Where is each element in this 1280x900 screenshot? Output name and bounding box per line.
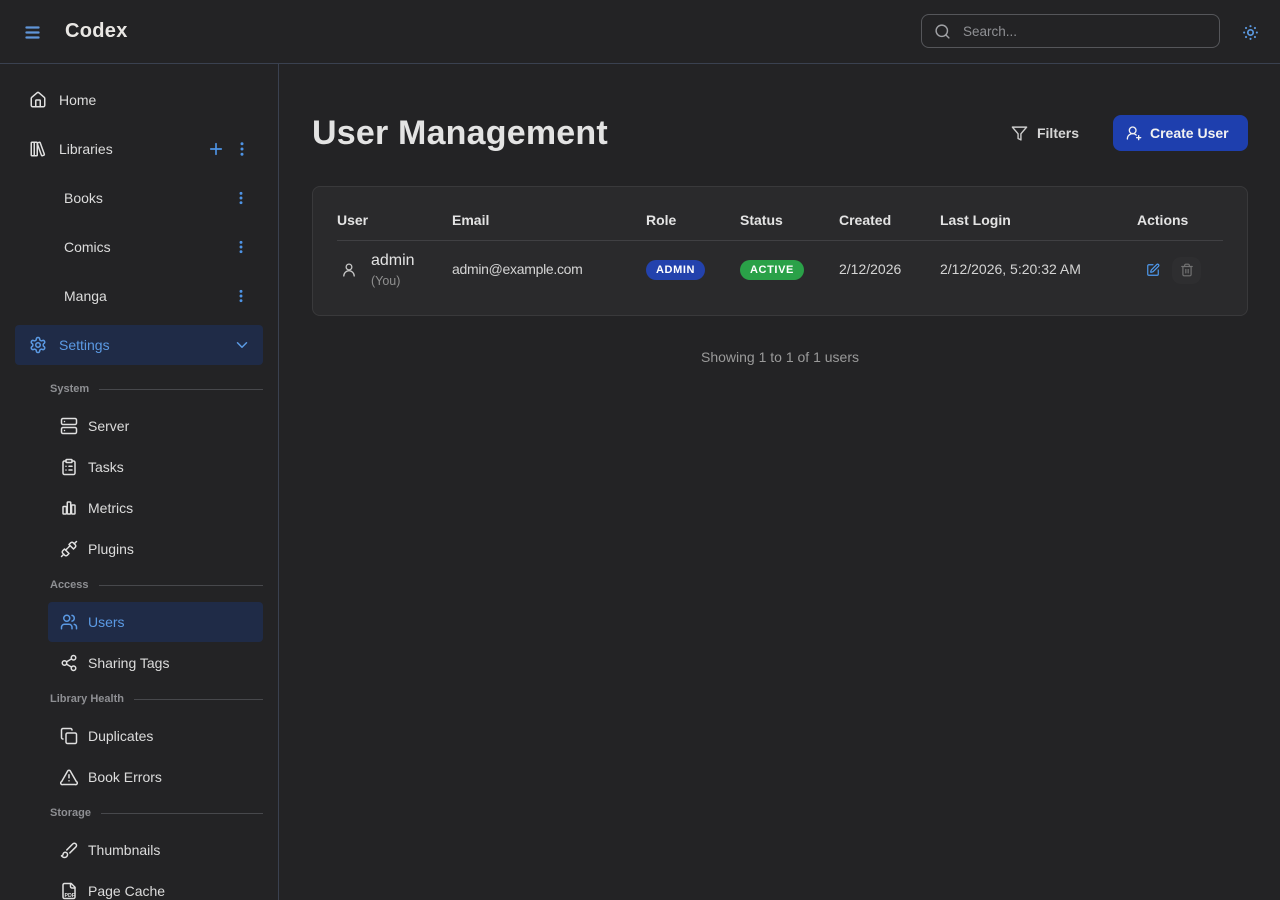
svg-text:PDF: PDF — [65, 893, 76, 899]
